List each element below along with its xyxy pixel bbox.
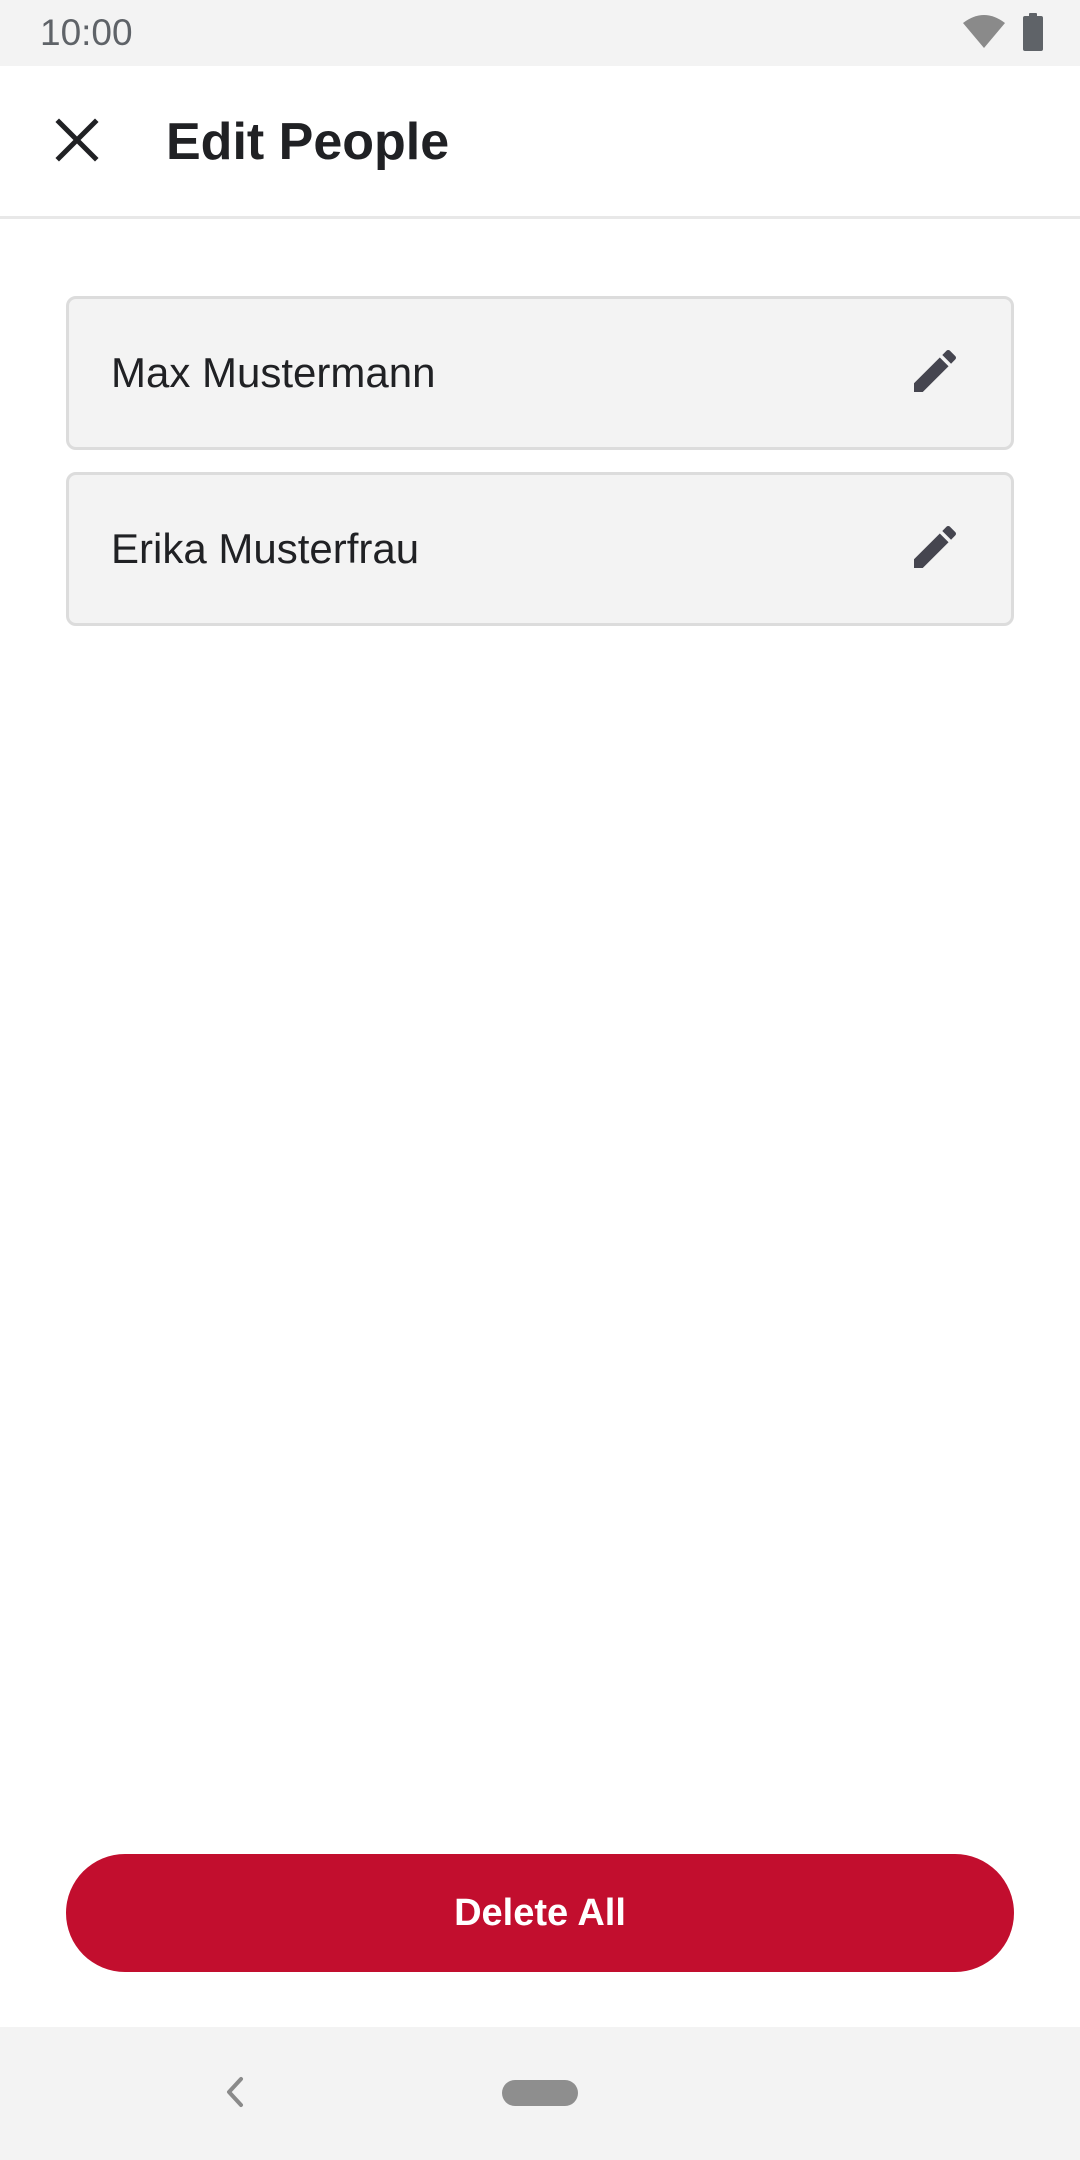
close-button[interactable] [38,103,116,181]
pencil-icon [907,519,963,580]
list-item[interactable]: Max Mustermann [66,296,1014,450]
home-pill-icon[interactable] [502,2080,578,2106]
delete-all-button[interactable]: Delete All [66,1854,1014,1972]
navigation-bar [0,2027,1080,2160]
back-button[interactable] [210,2069,260,2119]
close-icon [55,117,99,167]
status-bar: 10:00 [0,0,1080,66]
edit-person-button[interactable] [899,337,971,409]
battery-icon [1022,12,1044,56]
app-bar: Edit People [0,66,1080,219]
back-chevron-icon [223,2075,247,2114]
person-name: Erika Musterfrau [111,525,420,572]
people-list: Max Mustermann Erika Musterfrau [66,296,1014,648]
pencil-icon [907,343,963,404]
edit-person-button[interactable] [899,513,971,585]
status-icons [962,12,1044,56]
status-time: 10:00 [40,12,133,53]
person-name: Max Mustermann [111,349,436,396]
page-title: Edit People [166,113,450,171]
list-item[interactable]: Erika Musterfrau [66,472,1014,626]
wifi-icon [962,14,1006,54]
